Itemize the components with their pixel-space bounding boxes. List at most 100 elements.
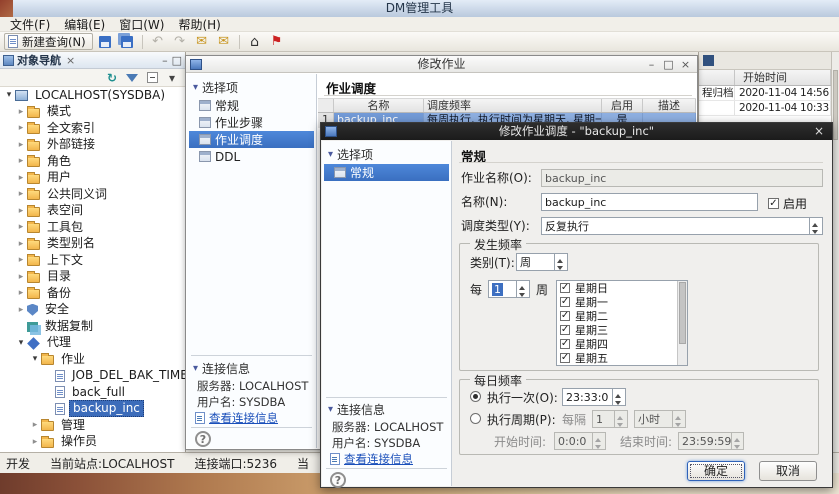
tree-item[interactable]: ▸类型别名 <box>0 236 185 253</box>
tree-item-jobs[interactable]: ▾作业 <box>0 351 185 368</box>
tree-item-agent[interactable]: ▾代理 <box>0 335 185 352</box>
view-connection-link[interactable]: 查看连接信息 <box>195 410 278 426</box>
weekday-option[interactable]: ✓星期五 <box>557 351 687 365</box>
tree-item[interactable]: ▸上下文 <box>0 252 185 269</box>
tree-item[interactable]: ▸用户 <box>0 170 185 187</box>
checkbox-checked-icon[interactable]: ✓ <box>560 325 570 335</box>
tree-item[interactable]: ▸全文索引 <box>0 120 185 137</box>
expander-icon[interactable]: ▸ <box>16 140 26 150</box>
menu-window[interactable]: 窗口(W) <box>115 16 168 33</box>
filter-icon[interactable] <box>125 71 139 85</box>
schedule-type-combo[interactable]: 反复执行 <box>541 217 823 235</box>
enabled-checkbox[interactable]: ✓ 启用 <box>768 195 807 212</box>
redo-icon[interactable]: ↷ <box>170 33 190 51</box>
column-header-partial[interactable] <box>699 70 735 85</box>
checkbox-checked-icon[interactable]: ✓ <box>560 311 570 321</box>
undo-icon[interactable]: ↶ <box>148 33 168 51</box>
nav-item-ddl[interactable]: DDL <box>189 148 314 165</box>
view-connection-link[interactable]: 查看连接信息 <box>330 451 413 467</box>
expander-icon[interactable]: ▸ <box>16 156 26 166</box>
help-button[interactable]: ? <box>195 431 211 447</box>
spinner-arrows-icon[interactable] <box>516 281 529 297</box>
checkbox-checked-icon[interactable]: ✓ <box>560 283 570 293</box>
close-button[interactable]: × <box>812 123 826 140</box>
dialog-titlebar[interactable]: 修改作业 – □ × <box>186 56 697 73</box>
nav-item-general[interactable]: 常规 <box>324 164 449 181</box>
tree-item[interactable]: ▸模式 <box>0 104 185 121</box>
scrollbar-thumb[interactable] <box>679 282 686 344</box>
expander-icon[interactable]: ▸ <box>16 206 26 216</box>
combo-stepper-icon[interactable] <box>809 218 822 234</box>
nav-item-general[interactable]: 常规 <box>189 97 314 114</box>
every-spinner[interactable]: 1 <box>488 280 530 298</box>
menu-edit[interactable]: 编辑(E) <box>60 16 109 33</box>
tree-item-localhost[interactable]: ▾LOCALHOST(SYSDBA) <box>0 87 185 104</box>
checkbox-checked-icon[interactable]: ✓ <box>560 339 570 349</box>
weekday-option[interactable]: ✓星期二 <box>557 309 687 323</box>
tree-item[interactable]: back_full <box>0 384 185 401</box>
menu-help[interactable]: 帮助(H) <box>174 16 224 33</box>
connection-section-header[interactable]: ▾ 连接信息 <box>193 360 250 377</box>
window-titlebar[interactable]: DM管理工具 <box>0 0 839 17</box>
expander-icon[interactable]: ▸ <box>16 189 26 199</box>
checkbox-checked-icon[interactable]: ✓ <box>768 198 779 209</box>
expander-icon[interactable]: ▾ <box>16 338 26 348</box>
tree-item[interactable]: ▸备份 <box>0 285 185 302</box>
close-tab-icon[interactable]: × <box>64 54 77 67</box>
refresh-icon[interactable]: ↻ <box>105 71 119 85</box>
tree-item[interactable]: ▸公共同义词 <box>0 186 185 203</box>
selection-section-header[interactable]: ▾ 选择项 <box>193 79 238 96</box>
tree-item[interactable]: ▸表空间 <box>0 203 185 220</box>
minimize-button[interactable]: – <box>644 58 659 71</box>
ok-button[interactable]: 确定 <box>687 461 745 481</box>
weekday-option[interactable]: ✓星期日 <box>557 281 687 295</box>
tree-item[interactable]: ▸工具包 <box>0 219 185 236</box>
weekday-list[interactable]: ✓星期日 ✓星期一 ✓星期二 ✓星期三 ✓星期四 ✓星期五 <box>556 280 688 366</box>
expander-icon[interactable]: ▸ <box>30 420 40 430</box>
tree-item[interactable]: ▸安全 <box>0 302 185 319</box>
tab-object-navigator[interactable]: 对象导航 × <box>3 52 77 68</box>
maximize-button[interactable]: □ <box>661 58 676 71</box>
expander-icon[interactable]: ▸ <box>16 123 26 133</box>
save-button[interactable] <box>95 33 115 51</box>
maximize-panel-icon[interactable]: □ <box>172 54 182 67</box>
column-header-frequency[interactable]: 调度频率 <box>424 99 602 112</box>
minimize-panel-icon[interactable]: – <box>162 54 168 67</box>
flag-icon[interactable]: ⚑ <box>267 33 287 51</box>
tree-item-backup-inc[interactable]: backup_inc <box>0 401 185 418</box>
tree-item[interactable]: ▸管理 <box>0 417 185 434</box>
execute-once-radio[interactable] <box>470 391 481 402</box>
nav-item-job-schedule[interactable]: 作业调度 <box>189 131 314 148</box>
tree-item[interactable]: ▸外部链接 <box>0 137 185 154</box>
spinner-arrows-icon[interactable] <box>612 389 625 405</box>
expander-icon[interactable]: ▸ <box>16 272 26 282</box>
cancel-button[interactable]: 取消 <box>759 461 817 481</box>
save-all-button[interactable] <box>117 33 137 51</box>
column-header-enabled[interactable]: 启用 <box>602 99 643 112</box>
connection-section-header[interactable]: ▾ 连接信息 <box>328 401 385 418</box>
combo-stepper-icon[interactable] <box>554 254 567 270</box>
expander-icon[interactable]: ▸ <box>16 305 26 315</box>
weekday-option[interactable]: ✓星期四 <box>557 337 687 351</box>
weekday-option[interactable]: ✓星期三 <box>557 323 687 337</box>
expander-icon[interactable]: ▸ <box>16 255 26 265</box>
nav-item-job-steps[interactable]: 作业步骤 <box>189 114 314 131</box>
checkbox-checked-icon[interactable]: ✓ <box>560 353 570 363</box>
view-menu-icon[interactable]: ▾ <box>165 71 179 85</box>
selection-section-header[interactable]: ▾ 选择项 <box>328 146 373 163</box>
new-query-button[interactable]: 新建查询(N) <box>4 33 93 50</box>
menu-file[interactable]: 文件(F) <box>6 16 54 33</box>
expander-icon[interactable]: ▸ <box>16 107 26 117</box>
help-button[interactable]: ? <box>330 472 346 488</box>
scrollbar-thumb[interactable] <box>833 70 838 140</box>
expander-icon[interactable]: ▸ <box>30 437 40 447</box>
table-row[interactable]: 2020-11-04 10:33:58 <box>699 101 831 116</box>
home-icon[interactable]: ⌂ <box>245 33 265 51</box>
expander-icon[interactable]: ▸ <box>16 173 26 183</box>
expander-icon[interactable]: ▾ <box>30 354 40 364</box>
mail-alt-icon[interactable]: ✉ <box>214 33 234 51</box>
close-button[interactable]: × <box>678 58 693 71</box>
tree-item[interactable]: ▸操作员 <box>0 434 185 451</box>
execute-cycle-radio[interactable] <box>470 413 481 424</box>
expander-icon[interactable]: ▸ <box>16 288 26 298</box>
